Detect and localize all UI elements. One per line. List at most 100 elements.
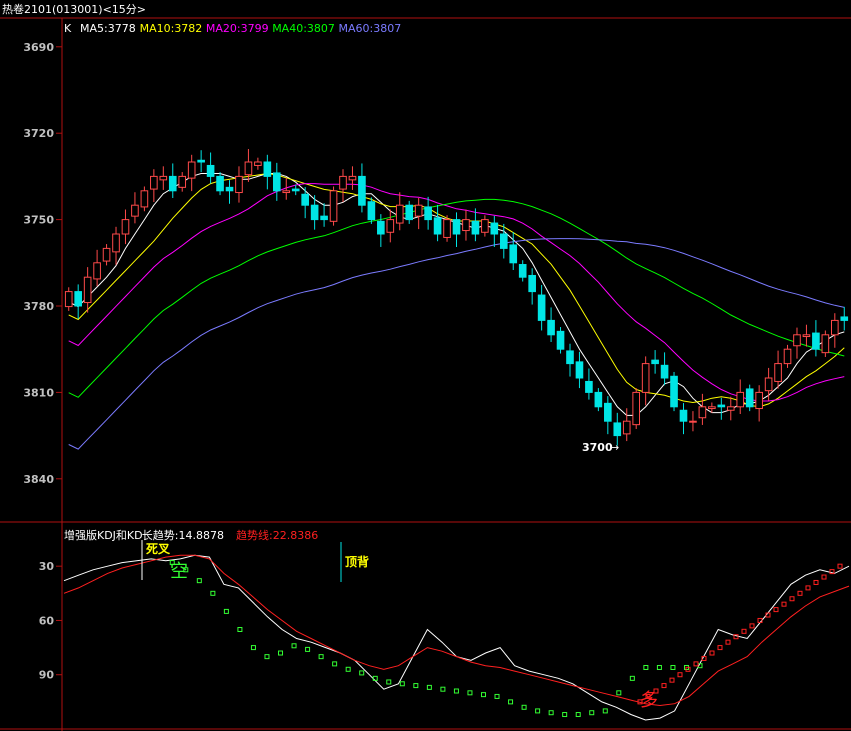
candle-down xyxy=(74,291,82,307)
candle-up xyxy=(93,262,101,280)
candle-down xyxy=(377,220,385,235)
kong-label: 空 xyxy=(170,561,188,582)
candle-up xyxy=(339,175,347,190)
candle-up xyxy=(102,247,111,262)
sub-y-tick-label: 90 xyxy=(39,669,55,682)
candle-up xyxy=(821,334,830,354)
legend-ma-item: MA60:3807 xyxy=(339,22,402,35)
candle-up xyxy=(726,406,735,411)
candle-down xyxy=(651,359,659,365)
sub-legend-item: 增强版KDJ和KD xyxy=(64,528,143,542)
candle-up xyxy=(764,377,773,392)
candle-down xyxy=(320,215,328,221)
main-y-tick-label: 3810 xyxy=(23,386,54,399)
sub-legend-item: 长趋势:14.8878 xyxy=(142,529,224,542)
candle-down xyxy=(452,219,461,235)
candle-up xyxy=(282,190,291,194)
legend-ma-item: MA5:3778 xyxy=(80,22,136,35)
candle-up xyxy=(187,161,196,179)
candle-down xyxy=(367,201,376,221)
candle-down xyxy=(291,188,300,192)
sub-legend-item: 趋势线:22.8386 xyxy=(236,528,318,542)
candle-up xyxy=(755,391,763,410)
legend-ma-item: MA20:3799 xyxy=(206,22,269,35)
candle-up xyxy=(774,363,782,382)
candle-down xyxy=(604,402,612,422)
candle-up xyxy=(64,291,73,308)
candle-down xyxy=(670,375,678,408)
candle-down xyxy=(518,264,527,278)
candle-up xyxy=(348,175,357,181)
candle-up xyxy=(244,161,253,176)
candle-down xyxy=(310,204,319,221)
candle-up xyxy=(140,190,149,208)
main-y-tick-label: 3750 xyxy=(23,214,54,227)
low-annotation: 3700 xyxy=(582,441,613,454)
candle-down xyxy=(263,161,272,177)
candle-up xyxy=(698,406,707,419)
candle-down xyxy=(566,350,574,365)
candle-up xyxy=(235,175,243,194)
candle-down xyxy=(585,380,593,393)
candle-up xyxy=(386,219,395,233)
candle-up xyxy=(414,204,423,217)
candle-down xyxy=(575,361,584,379)
candle-down xyxy=(168,175,177,192)
top-divergence-label: 顶背 xyxy=(345,554,369,569)
candle-down xyxy=(594,391,603,408)
candle-down xyxy=(405,204,414,221)
candle-down xyxy=(528,274,536,293)
candle-up xyxy=(622,420,631,435)
candle-up xyxy=(159,175,168,181)
dead-cross-label: 死叉 xyxy=(146,542,171,556)
duo-label: 多 xyxy=(640,690,658,711)
legend-ma-item: MA10:3782 xyxy=(140,22,203,35)
candle-down xyxy=(499,233,508,249)
candle-up xyxy=(254,161,262,166)
candle-up xyxy=(150,175,158,190)
candle-down xyxy=(433,217,442,235)
candle-down xyxy=(272,172,281,192)
chart-background xyxy=(0,0,851,731)
candle-down xyxy=(225,186,234,192)
candle-up xyxy=(83,276,92,304)
candle-down xyxy=(197,159,205,163)
main-y-tick-label: 3690 xyxy=(23,41,54,54)
legend-k: K xyxy=(64,22,72,35)
candle-up xyxy=(481,219,489,233)
candle-down xyxy=(660,364,669,379)
candle-up xyxy=(783,348,792,365)
main-y-tick-label: 3720 xyxy=(23,127,54,140)
candle-up xyxy=(462,219,470,232)
main-y-tick-label: 3840 xyxy=(23,473,54,486)
candle-down xyxy=(613,422,622,437)
candle-up xyxy=(802,334,811,338)
candle-up xyxy=(178,175,187,188)
stock-chart: 热卷2101(013001)<15分> 3840 3810 3780 3750 3720… xyxy=(0,0,851,731)
candle-up xyxy=(443,219,451,238)
candle-down xyxy=(358,175,366,206)
candle-up xyxy=(632,391,641,426)
candle-up xyxy=(131,204,139,217)
sub-y-tick-label: 30 xyxy=(39,560,55,573)
candle-down xyxy=(745,388,754,408)
candle-up xyxy=(329,190,338,222)
legend-ma-item: MA40:3807 xyxy=(272,22,335,35)
sub-legend: 增强版KDJ和KD 长趋势:14.8878 趋势线:22.8386 xyxy=(64,528,318,542)
candle-down xyxy=(812,332,820,350)
candle-down xyxy=(537,294,546,321)
candle-up xyxy=(793,334,801,347)
candle-up xyxy=(708,406,716,410)
candle-up xyxy=(121,219,130,235)
candle-down xyxy=(206,164,215,177)
candle-up xyxy=(689,420,697,423)
candle-up xyxy=(831,319,839,336)
candle-down xyxy=(216,175,224,192)
candle-down xyxy=(471,220,480,235)
chart-title: 热卷2101(013001)<15分> xyxy=(2,2,146,16)
candle-up xyxy=(736,391,745,408)
candle-up xyxy=(112,233,120,253)
main-y-tick-label: 3780 xyxy=(23,300,54,313)
candle-down xyxy=(679,409,688,422)
candle-down xyxy=(556,330,565,350)
